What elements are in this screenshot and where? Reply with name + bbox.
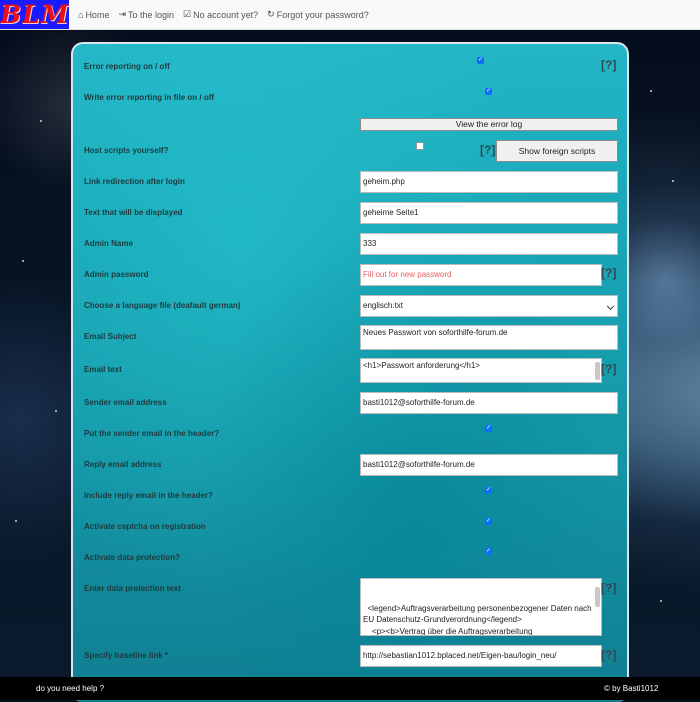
view-error-log-button[interactable]: View the error log bbox=[360, 118, 618, 131]
reply-email-input[interactable]: basti1012@soforthilfe-forum.de bbox=[360, 454, 618, 476]
baseline-link-input[interactable]: http://sebastian1012.bplaced.net/Eigen-b… bbox=[360, 645, 602, 667]
nav-register-label: No account yet? bbox=[193, 9, 259, 20]
email-text-value: <h1>Passwort anforderung</h1> bbox=[363, 361, 480, 370]
top-navbar: BLM ⌂ Home ⇥ To the login ☑ No account y… bbox=[0, 0, 700, 30]
nav-forgot-password-label: Forgot your password? bbox=[276, 9, 369, 20]
reply-email-label: Reply email address bbox=[84, 460, 162, 469]
data-protection-scrollbar[interactable] bbox=[595, 587, 600, 607]
link-redirect-label: Link redirection after login bbox=[84, 177, 185, 186]
error-reporting-help[interactable]: [?] bbox=[601, 58, 616, 72]
host-scripts-label: Host scripts yourself? bbox=[84, 146, 169, 155]
language-file-select[interactable]: englisch.txt bbox=[360, 295, 618, 317]
data-protection-text-help[interactable]: [?] bbox=[601, 581, 616, 595]
email-text-textarea[interactable]: <h1>Passwort anforderung</h1> bbox=[360, 358, 602, 383]
site-logo[interactable]: BLM bbox=[0, 0, 69, 29]
data-protection-textarea[interactable]: <legend>Auftragsverarbeitung personenbez… bbox=[360, 578, 602, 636]
host-scripts-checkbox[interactable] bbox=[416, 142, 424, 150]
sign-out-icon: ↻ bbox=[267, 9, 275, 19]
language-file-label: Choose a language file (deafault german) bbox=[84, 301, 241, 310]
check-square-icon: ☑ bbox=[183, 9, 192, 19]
email-text-label: Email text bbox=[84, 365, 122, 374]
error-reporting-checkbox[interactable]: ✓ bbox=[477, 57, 484, 64]
email-text-scrollbar[interactable] bbox=[595, 362, 600, 380]
sign-in-icon: ⇥ bbox=[118, 9, 126, 19]
data-protection-text-value: <legend>Auftragsverarbeitung personenbez… bbox=[363, 603, 592, 636]
error-reporting-label: Error reporting on / off bbox=[84, 62, 170, 71]
baseline-link-label: Specify baseline link * bbox=[84, 651, 169, 660]
help-link[interactable]: do you need help ? bbox=[36, 684, 104, 693]
reply-in-header-checkbox[interactable]: ✓ bbox=[485, 487, 492, 494]
email-text-help[interactable]: [?] bbox=[601, 362, 616, 376]
data-protection-checkbox[interactable]: ✓ bbox=[485, 548, 492, 555]
write-error-file-checkbox[interactable]: ✓ bbox=[485, 88, 492, 95]
sender-in-header-label: Put the sender email in the header? bbox=[84, 429, 220, 438]
admin-name-input[interactable]: 333 bbox=[360, 233, 618, 255]
display-text-input[interactable]: geheime Seite1 bbox=[360, 202, 618, 224]
footer: do you need help ? © by Basti1012 bbox=[0, 677, 700, 700]
captcha-label: Activate captcha on registration bbox=[84, 522, 206, 531]
sender-email-label: Sender email address bbox=[84, 398, 167, 407]
captcha-checkbox[interactable]: ✓ bbox=[485, 518, 492, 525]
link-redirect-input[interactable]: geheim.php bbox=[360, 171, 618, 193]
email-subject-label: Email Subject bbox=[84, 332, 137, 341]
nav-home-link[interactable]: ⌂ Home bbox=[78, 10, 109, 20]
admin-password-input[interactable]: Fill out for new password bbox=[360, 264, 602, 286]
sender-in-header-checkbox[interactable]: ✓ bbox=[485, 425, 492, 432]
nav-home-label: Home bbox=[85, 9, 110, 20]
reply-in-header-label: Include reply email in the header? bbox=[84, 491, 213, 500]
baseline-link-help[interactable]: [?] bbox=[601, 648, 616, 662]
nav-login-link[interactable]: ⇥ To the login bbox=[118, 9, 174, 20]
nav-forgot-password-link[interactable]: ↻ Forgot your password? bbox=[267, 9, 369, 20]
admin-name-label: Admin Name bbox=[84, 239, 133, 248]
nav-login-label: To the login bbox=[128, 9, 175, 20]
email-subject-textarea[interactable]: Neues Passwort von soforthilfe-forum.de bbox=[360, 325, 618, 350]
home-icon: ⌂ bbox=[78, 9, 84, 20]
display-text-label: Text that will be displayed bbox=[84, 208, 183, 217]
data-protection-label: Activate data protection? bbox=[84, 553, 181, 562]
nav-register-link[interactable]: ☑ No account yet? bbox=[183, 9, 258, 20]
nav-links: ⌂ Home ⇥ To the login ☑ No account yet? … bbox=[78, 0, 378, 29]
admin-password-label: Admin password bbox=[84, 270, 149, 279]
copyright-text: © by Basti1012 bbox=[604, 684, 659, 693]
admin-password-help[interactable]: [?] bbox=[601, 266, 616, 280]
write-error-file-label: Write error reporting in file on / off bbox=[84, 93, 215, 102]
host-scripts-help[interactable]: [?] bbox=[480, 143, 495, 157]
sender-email-input[interactable]: basti1012@soforthilfe-forum.de bbox=[360, 392, 618, 414]
show-foreign-scripts-button[interactable]: Show foreign scripts bbox=[496, 140, 618, 162]
data-protection-text-label: Enter data protection text bbox=[84, 584, 181, 593]
